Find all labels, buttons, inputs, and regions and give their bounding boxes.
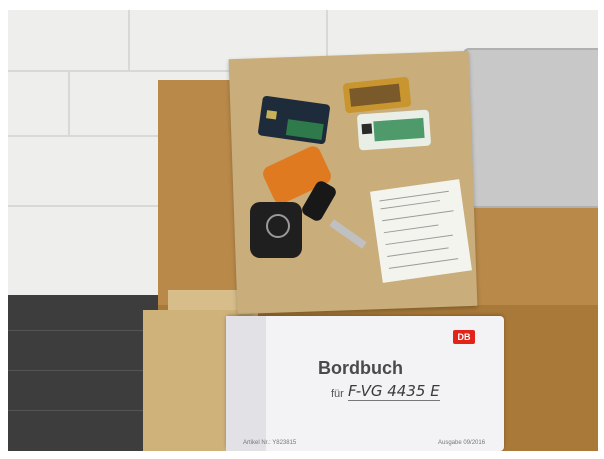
wall-mortar <box>128 10 130 70</box>
card-qr <box>361 123 373 135</box>
handwritten-plate: F-VG 4435 E <box>348 382 440 401</box>
receipt-text-line <box>380 200 441 210</box>
card-graphic <box>349 83 401 107</box>
binder-for-label: für <box>331 388 344 400</box>
receipt-text-line <box>388 258 459 269</box>
db-logo: DB <box>453 330 475 344</box>
card-graphic <box>373 117 425 142</box>
green-card <box>356 109 432 151</box>
brand-emblem <box>266 214 290 238</box>
laptop <box>463 48 598 208</box>
binder-article-number: Artikel Nr.: Y823815 <box>243 440 297 446</box>
receipt-text-line <box>385 234 453 246</box>
card-chip <box>265 110 278 120</box>
binder-edition: Ausgabe 09/2016 <box>438 440 486 446</box>
receipt-text-line <box>383 224 439 234</box>
receipt-text-line <box>387 247 449 257</box>
card-graphic <box>285 119 324 141</box>
wall-mortar <box>68 72 70 135</box>
binder-title: Bordbuch <box>318 358 403 378</box>
wall-mortar <box>8 70 238 72</box>
car-key-fob <box>250 202 302 258</box>
paper-receipt <box>370 179 472 283</box>
photo-scene: DB Bordbuch für F-VG 4435 E Artikel Nr.:… <box>8 10 598 451</box>
receipt-text-line <box>382 210 454 222</box>
binder-spine <box>226 316 266 451</box>
